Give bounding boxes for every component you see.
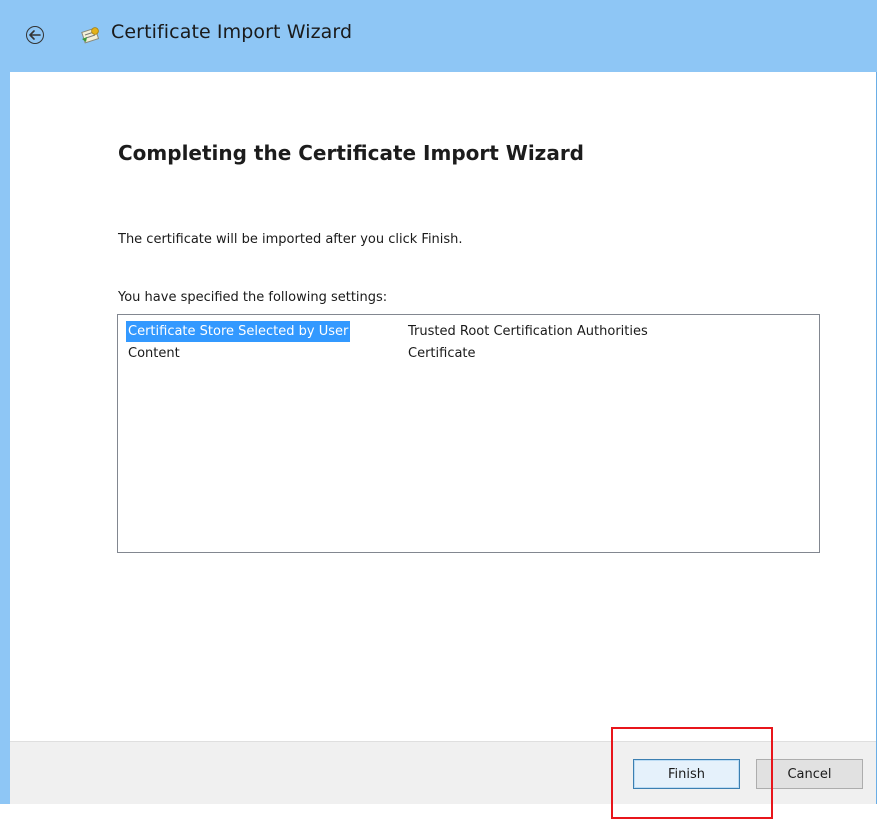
wizard-window: Certificate Import Wizard Completing the… bbox=[0, 0, 877, 804]
settings-row-store[interactable]: Certificate Store Selected by User Trust… bbox=[126, 321, 806, 342]
button-bar: Finish Cancel bbox=[10, 741, 876, 804]
settings-value: Certificate bbox=[408, 346, 476, 361]
settings-key: Content bbox=[128, 346, 180, 361]
title-bar: Certificate Import Wizard bbox=[0, 0, 877, 72]
cancel-button[interactable]: Cancel bbox=[756, 759, 863, 789]
settings-list[interactable]: Certificate Store Selected by User Trust… bbox=[117, 314, 820, 553]
settings-value: Trusted Root Certification Authorities bbox=[408, 324, 648, 339]
back-arrow-icon[interactable] bbox=[26, 26, 44, 44]
page-heading: Completing the Certificate Import Wizard bbox=[118, 141, 584, 165]
window-title: Certificate Import Wizard bbox=[111, 21, 353, 43]
settings-row-content[interactable]: Content Certificate bbox=[126, 343, 806, 364]
settings-label: You have specified the following setting… bbox=[118, 290, 388, 305]
settings-key: Certificate Store Selected by User bbox=[126, 321, 351, 342]
certificate-icon bbox=[80, 24, 102, 46]
wizard-content: Completing the Certificate Import Wizard… bbox=[10, 72, 876, 741]
finish-button[interactable]: Finish bbox=[633, 759, 740, 789]
info-text: The certificate will be imported after y… bbox=[118, 232, 463, 247]
